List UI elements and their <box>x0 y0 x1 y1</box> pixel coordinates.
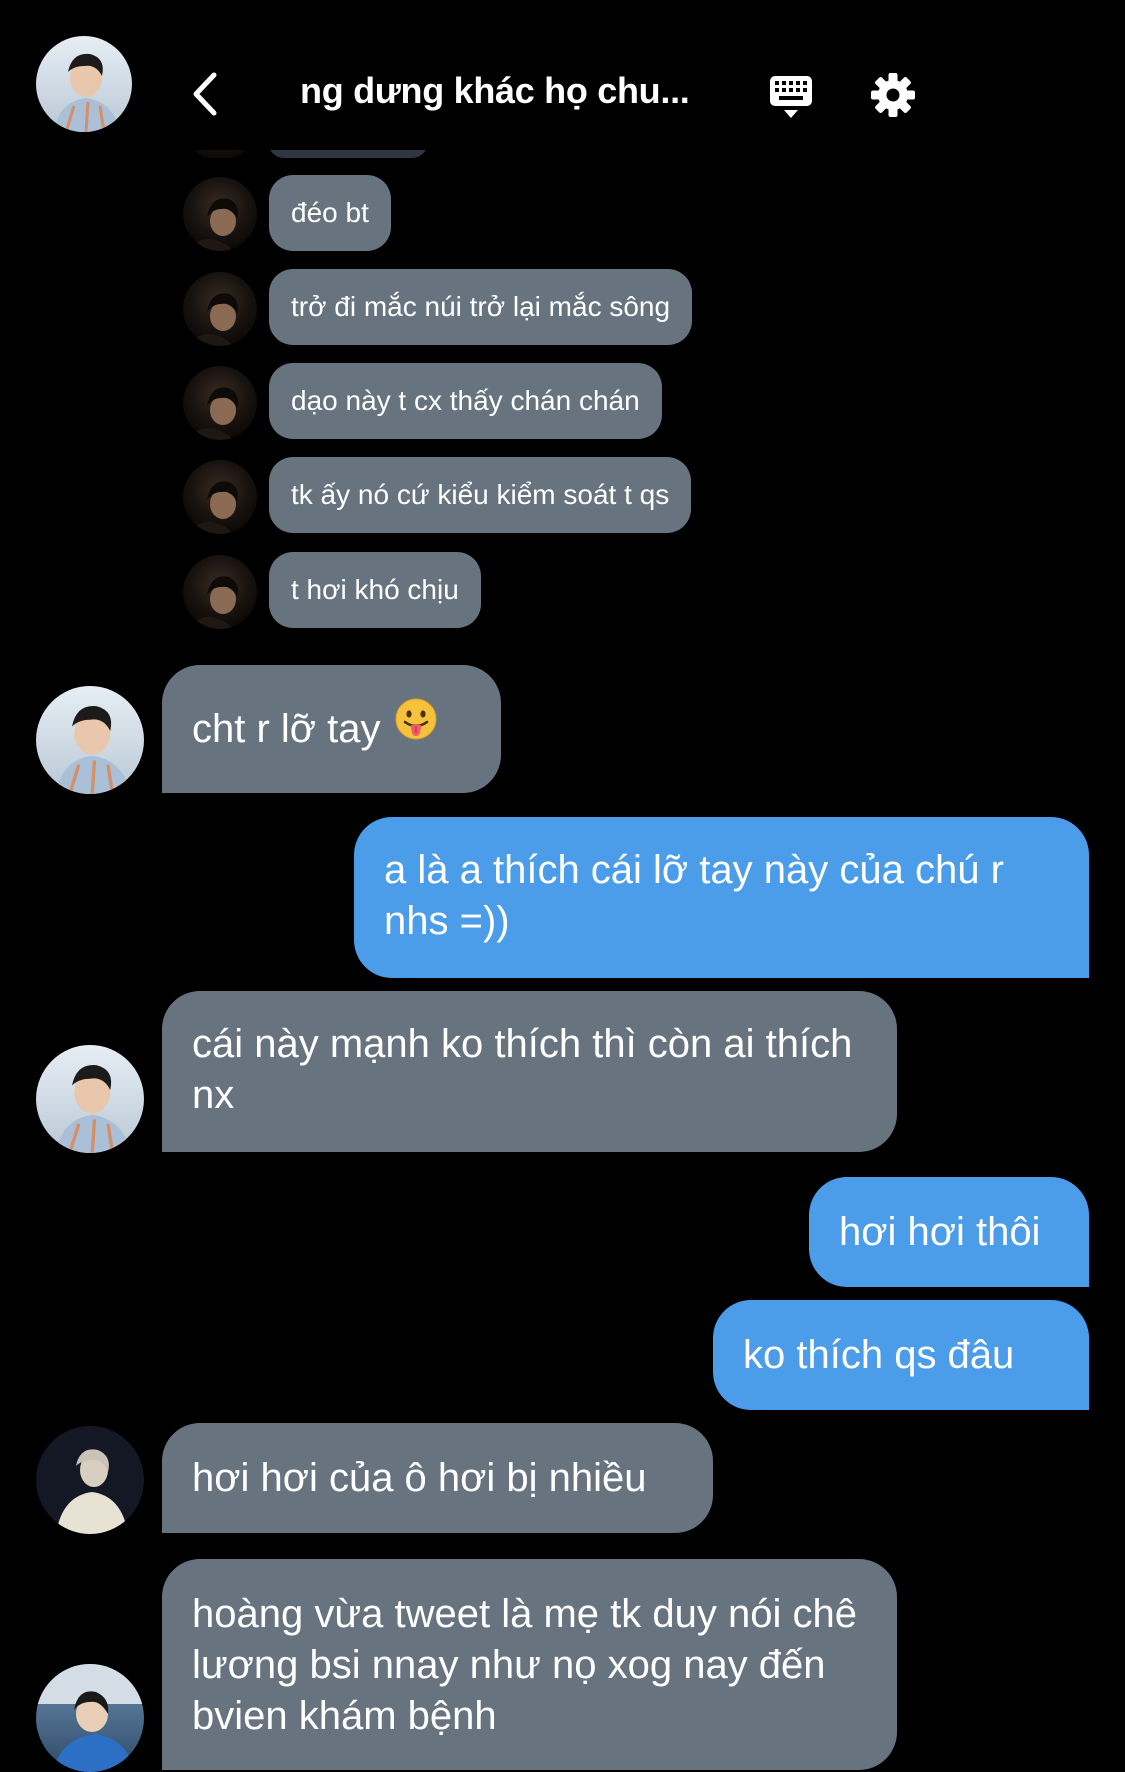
message-text: hơi hơi của ô hơi bị nhiều <box>192 1456 647 1500</box>
chat-header: ng dưng khác họ chu... <box>0 0 1125 150</box>
message-bubble[interactable]: dạo này t cx thấy chán chán <box>269 363 662 439</box>
message-bubble[interactable]: ko thích qs đâu <box>713 1300 1089 1410</box>
message-text: dạo này t cx thấy chán chán <box>291 385 640 416</box>
message-text: a là a thích cái lỡ tay này của chú r nh… <box>384 848 1004 943</box>
chat-title[interactable]: ng dưng khác họ chu... <box>300 70 700 112</box>
avatar[interactable] <box>183 177 257 251</box>
message-bubble[interactable]: hoàng vừa tweet là mẹ tk duy nói chê lươ… <box>162 1559 897 1770</box>
gear-icon <box>871 73 915 117</box>
message-text: tk ấy nó cứ kiểu kiểm soát t qs <box>291 479 670 510</box>
avatar[interactable] <box>36 1664 144 1772</box>
message-bubble[interactable]: hơi hơi của ô hơi bị nhiều <box>162 1423 713 1533</box>
message-bubble[interactable]: hơi hơi thôi <box>809 1177 1089 1287</box>
avatar[interactable] <box>183 272 257 346</box>
chevron-left-icon <box>193 72 217 116</box>
avatar[interactable] <box>183 555 257 629</box>
message-bubble[interactable]: t hơi khó chịu <box>269 552 481 628</box>
settings-button[interactable] <box>868 70 918 120</box>
face-with-tongue-emoji <box>395 687 437 767</box>
message-bubble[interactable]: đéo bt <box>269 175 391 251</box>
message-text: ko thích qs đâu <box>743 1333 1015 1377</box>
back-button[interactable] <box>180 64 230 124</box>
avatar[interactable] <box>36 686 144 794</box>
keyboard-button[interactable] <box>766 72 816 122</box>
keyboard-icon <box>770 76 812 118</box>
avatar[interactable] <box>36 1426 144 1534</box>
message-bubble[interactable]: cái này mạnh ko thích thì còn ai thích n… <box>162 991 897 1152</box>
message-text: t hơi khó chịu <box>291 574 459 605</box>
message-text: cái này mạnh ko thích thì còn ai thích n… <box>192 1022 853 1117</box>
message-bubble[interactable]: cht r lỡ tay <box>162 665 501 793</box>
message-text: hơi hơi thôi <box>839 1210 1041 1254</box>
message-text: hoàng vừa tweet là mẹ tk duy nói chê lươ… <box>192 1592 857 1738</box>
message-text: trở đi mắc núi trở lại mắc sông <box>291 291 671 322</box>
message-bubble[interactable]: trở đi mắc núi trở lại mắc sông <box>269 269 693 345</box>
group-avatar[interactable] <box>36 36 132 132</box>
message-bubble[interactable]: tk ấy nó cứ kiểu kiểm soát t qs <box>269 457 692 533</box>
message-text: cht r lỡ tay <box>192 707 381 751</box>
avatar[interactable] <box>36 1045 144 1153</box>
message-bubble[interactable]: a là a thích cái lỡ tay này của chú r nh… <box>354 817 1089 978</box>
message-text: đéo bt <box>291 197 369 228</box>
avatar[interactable] <box>183 460 257 534</box>
avatar[interactable] <box>183 366 257 440</box>
